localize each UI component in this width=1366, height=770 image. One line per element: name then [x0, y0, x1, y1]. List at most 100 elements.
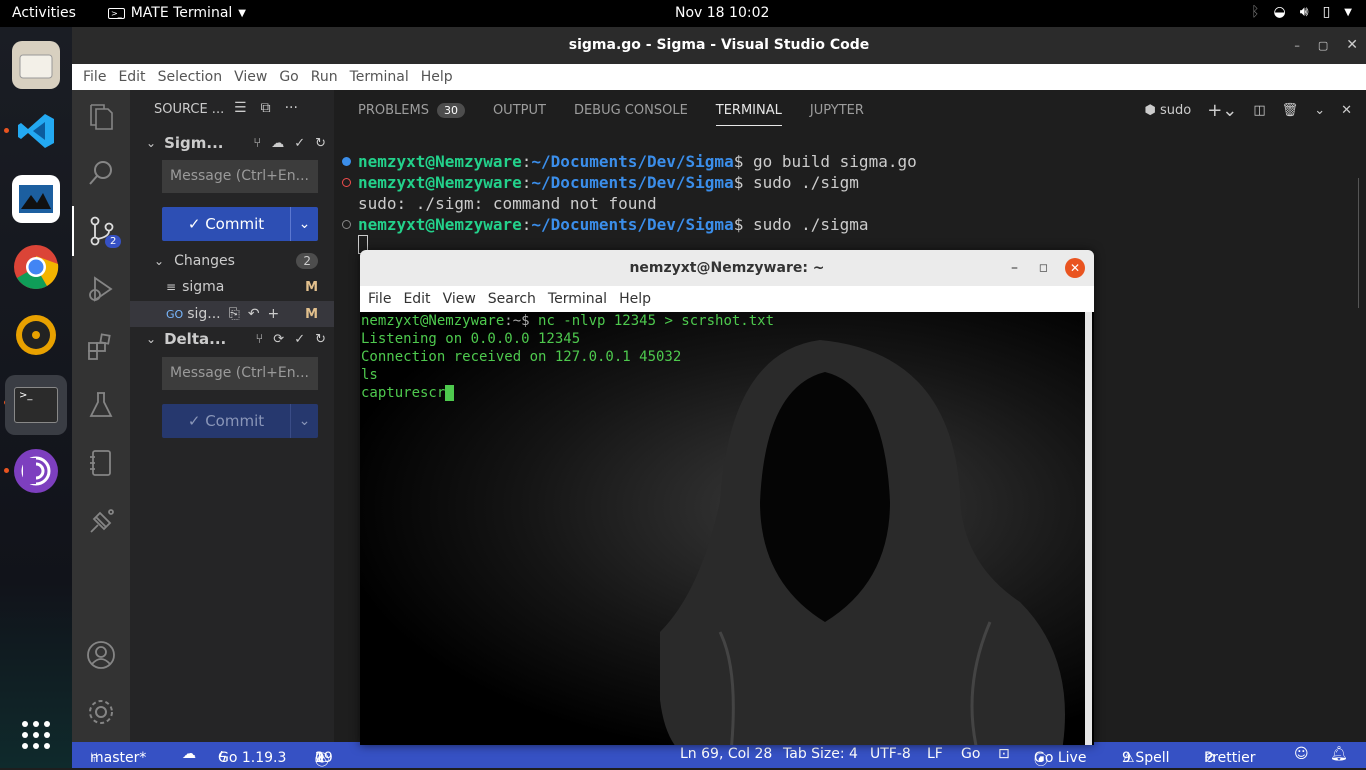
menu-view[interactable]: View — [228, 69, 273, 85]
chevron-down-icon[interactable]: ⌄ — [1314, 103, 1325, 118]
notebook-icon[interactable] — [72, 438, 130, 488]
terminal-output[interactable]: nemzyxt@Nemzyware:~/Documents/Dev/Sigma$… — [334, 151, 1366, 259]
menu-file[interactable]: File — [362, 291, 397, 307]
menu-edit[interactable]: Edit — [112, 69, 151, 85]
settings-gear-icon[interactable] — [72, 687, 130, 737]
list-item[interactable]: ≡ sigma M — [166, 279, 318, 295]
commit-button[interactable]: ✓ Commit ⌄ — [162, 404, 318, 438]
menu-edit[interactable]: Edit — [397, 291, 436, 307]
tor-browser-icon[interactable] — [12, 447, 60, 495]
spell-label: 9 Spell — [1122, 750, 1170, 766]
repo-sigma-header[interactable]: ⌄ Sigm... ⑂ ☁ ✓ ↻ — [146, 134, 326, 152]
terminal-profile[interactable]: ⬢ sudo — [1144, 103, 1191, 118]
branch-icon[interactable]: ⑂ — [253, 136, 261, 151]
cursor-position[interactable]: Ln 69, Col 28 — [680, 746, 772, 762]
split-terminal-icon[interactable]: ◫ — [1253, 103, 1265, 118]
changes-group[interactable]: ⌄ Changes 2 — [154, 253, 318, 269]
commit-button[interactable]: ✓ Commit ⌄ — [162, 207, 318, 241]
more-actions-icon[interactable]: ··· — [285, 100, 298, 116]
prompt-command: nc -nlvp 12345 > scrshot.txt — [538, 313, 775, 329]
run-debug-icon[interactable] — [72, 264, 130, 314]
activity-bar: 2 — [72, 90, 130, 742]
system-tray[interactable]: ᛒ ◒ 🔊︎ ▯ ▼ — [1251, 4, 1352, 20]
open-file-icon[interactable]: ⎘ — [229, 306, 240, 322]
notifications-bell-icon[interactable]: 🔔︎ — [1330, 746, 1348, 762]
menu-view[interactable]: View — [437, 291, 482, 307]
tab-problems[interactable]: PROBLEMS 30 — [358, 90, 465, 130]
testing-icon[interactable] — [72, 380, 130, 430]
checkmark-icon[interactable]: ✓ — [294, 136, 305, 151]
menu-terminal[interactable]: Terminal — [542, 291, 613, 307]
app-menu[interactable]: >_ MATE Terminal ▼ — [108, 5, 246, 21]
scrollbar[interactable] — [1085, 312, 1092, 745]
extensions-icon[interactable] — [72, 322, 130, 372]
info-count: 29 — [315, 750, 333, 766]
menu-search[interactable]: Search — [482, 291, 542, 307]
menu-go[interactable]: Go — [273, 69, 304, 85]
trash-icon[interactable]: 🗑︎ — [1282, 103, 1299, 118]
vscode-icon[interactable] — [12, 107, 60, 155]
checkmark-icon[interactable]: ✓ — [294, 332, 305, 347]
commit-message-input[interactable]: Message (Ctrl+En... — [162, 357, 318, 390]
commit-dropdown-icon[interactable]: ⌄ — [290, 404, 318, 438]
view-as-tree-icon[interactable]: ☰ — [234, 100, 247, 116]
sync-icon[interactable]: ☁ — [271, 136, 284, 151]
mate-terminal-body[interactable]: nemzyxt@Nemzyware:~$ nc -nlvp 12345 > sc… — [360, 312, 1094, 745]
terminal-toggle-icon[interactable]: ⊡ — [998, 746, 1010, 762]
minimize-button[interactable]: – — [1294, 27, 1300, 64]
maximize-button[interactable]: ◻ — [1039, 250, 1048, 286]
account-icon[interactable] — [72, 630, 130, 680]
refresh-icon[interactable]: ↻ — [315, 136, 326, 151]
minimize-button[interactable]: – — [1011, 250, 1018, 286]
mate-terminal-output: nemzyxt@Nemzyware:~$ nc -nlvp 12345 > sc… — [361, 312, 774, 402]
terminal-dock-icon[interactable]: >_ — [5, 375, 67, 435]
discard-icon[interactable]: ↶ — [248, 306, 260, 322]
go-version-label: Go 1.19.3 — [218, 750, 287, 766]
menu-help[interactable]: Help — [613, 291, 657, 307]
branch-icon[interactable]: ⑂ — [255, 332, 263, 347]
stage-plus-icon[interactable]: + — [268, 306, 280, 322]
tab-output[interactable]: OUTPUT — [493, 90, 546, 130]
menu-selection[interactable]: Selection — [152, 69, 229, 85]
commit-dropdown-icon[interactable]: ⌄ — [290, 207, 318, 241]
menu-terminal[interactable]: Terminal — [344, 69, 415, 85]
terminal-line: nemzyxt@Nemzyware:~/Documents/Dev/Sigma$… — [342, 214, 1366, 235]
commit-message-input[interactable]: Message (Ctrl+En... — [162, 160, 318, 193]
maximize-button[interactable]: ▢ — [1318, 27, 1328, 64]
list-item[interactable]: GO sig... ⎘ ↶ + M — [130, 301, 334, 327]
close-button[interactable]: ✕ — [1346, 27, 1358, 64]
close-button[interactable]: ✕ — [1065, 258, 1085, 278]
encoding[interactable]: UTF-8 — [870, 746, 911, 762]
language-mode[interactable]: Go — [961, 746, 980, 762]
tab-debug-console[interactable]: DEBUG CONSOLE — [574, 90, 688, 130]
show-apps-icon[interactable] — [12, 711, 60, 759]
collapse-all-icon[interactable]: ⧉ — [261, 100, 271, 116]
panel-tabs: PROBLEMS 30 OUTPUT DEBUG CONSOLE TERMINAL… — [334, 90, 1366, 130]
rhythmbox-icon[interactable] — [12, 311, 60, 359]
activities-button[interactable]: Activities — [12, 5, 76, 21]
file-name: sigma — [182, 279, 225, 295]
sync-icon[interactable]: ☁ — [182, 746, 196, 762]
close-panel-icon[interactable]: ✕ — [1341, 103, 1352, 118]
menu-file[interactable]: File — [77, 69, 112, 85]
feedback-icon[interactable]: ☺ — [1294, 746, 1309, 762]
sync-icon[interactable]: ⟳ — [273, 332, 284, 347]
image-app-icon[interactable] — [12, 175, 60, 223]
menu-run[interactable]: Run — [305, 69, 344, 85]
tab-terminal[interactable]: TERMINAL — [715, 90, 783, 130]
tab-size[interactable]: Tab Size: 4 — [783, 746, 858, 762]
source-control-icon[interactable]: 2 — [72, 206, 130, 256]
files-icon[interactable] — [12, 41, 60, 89]
menu-help[interactable]: Help — [415, 69, 459, 85]
chrome-icon[interactable] — [12, 243, 60, 291]
line-ending[interactable]: LF — [927, 746, 943, 762]
explorer-icon[interactable] — [72, 92, 130, 142]
new-terminal-icon[interactable]: +⌄ — [1207, 100, 1237, 121]
refresh-icon[interactable]: ↻ — [315, 332, 326, 347]
repo-delta-header[interactable]: ⌄ Delta... ⑂ ⟳ ✓ ↻ — [146, 330, 326, 348]
clock[interactable]: Nov 18 10:02 — [675, 5, 769, 21]
tab-jupyter[interactable]: JUPYTER — [810, 90, 864, 130]
search-icon[interactable] — [72, 148, 130, 198]
prompt-user: nemzyxt@Nemzyware — [361, 313, 505, 329]
remote-explorer-icon[interactable] — [72, 496, 130, 546]
